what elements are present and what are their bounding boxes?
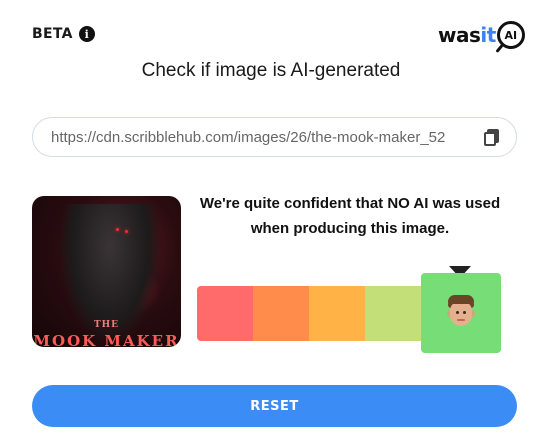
scale-segment-4 [365, 286, 421, 341]
man-face-icon [446, 295, 476, 330]
page-title: Check if image is AI-generated [141, 60, 401, 81]
url-field[interactable] [32, 117, 517, 157]
wasitai-logo[interactable]: wasit AI [438, 20, 525, 50]
scale-segment-1 [197, 286, 253, 341]
cover-text-title: MOOK MAKER [33, 332, 180, 347]
confidence-scale [197, 286, 421, 341]
logo-text: wasit [438, 23, 496, 47]
verdict-text: We're quite confident that NO AI was use… [192, 191, 508, 241]
reset-button[interactable]: RESET [32, 385, 517, 427]
beta-label: BETA [32, 26, 73, 42]
cover-text-top: THE [93, 320, 120, 330]
magnifier-icon: AI [496, 21, 525, 49]
info-icon[interactable]: i [78, 26, 95, 42]
url-input[interactable] [33, 118, 478, 156]
scale-segment-3 [309, 286, 365, 341]
scale-segment-2 [253, 286, 309, 341]
scale-segment-active [421, 273, 501, 353]
copy-icon[interactable] [478, 122, 508, 152]
beta-badge: BETA i [32, 26, 95, 42]
image-thumbnail: THE MOOK MAKER [32, 196, 181, 347]
verdict-line-1: We're quite confident that NO AI was use… [199, 195, 501, 212]
verdict-line-2: when producing this image. [250, 220, 450, 237]
